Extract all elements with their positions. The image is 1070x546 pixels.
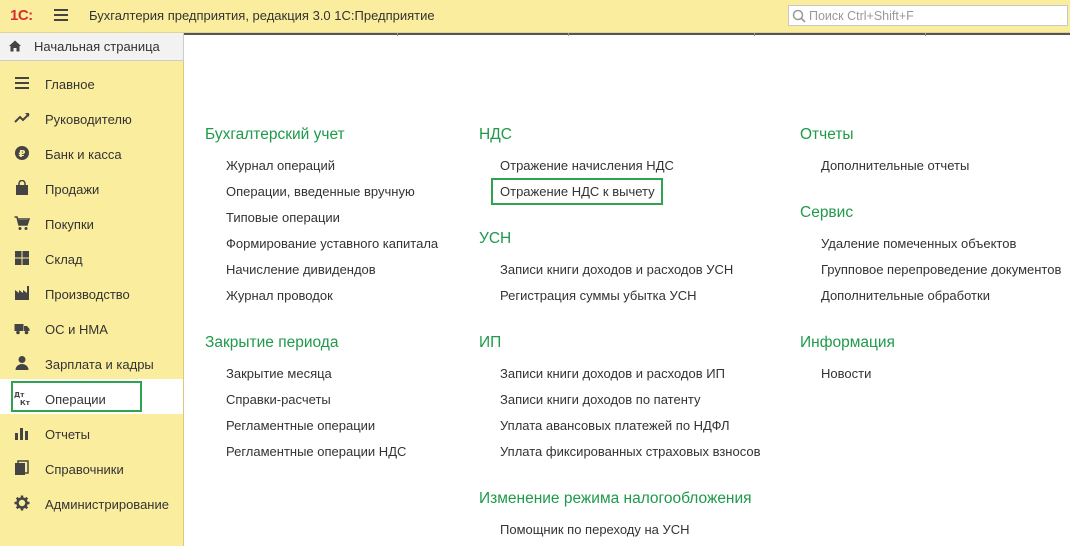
link-delete-marked[interactable]: Удаление помеченных объектов <box>821 236 1016 251</box>
tab-separator <box>397 33 398 36</box>
sidebar-item-assets[interactable]: ОС и НМА <box>0 309 183 344</box>
group-title-usn: УСН <box>479 230 512 247</box>
group-title-ip: ИП <box>479 334 502 351</box>
home-icon <box>9 40 21 52</box>
top-bar: 1С: Бухгалтерия предприятия, редакция 3.… <box>0 0 1070 33</box>
sidebar-item-sales[interactable]: Продажи <box>0 169 183 204</box>
gear-icon <box>14 495 30 511</box>
sidebar-item-production[interactable]: Производство <box>0 274 183 309</box>
link-patent-ledger[interactable]: Записи книги доходов по патенту <box>500 392 700 407</box>
sidebar-item-salary[interactable]: Зарплата и кадры <box>0 344 183 379</box>
warehouse-icon <box>15 251 29 265</box>
link-month-close[interactable]: Закрытие месяца <box>226 366 332 381</box>
sidebar-item-purchases[interactable]: Покупки <box>0 204 183 239</box>
group-title-info: Информация <box>800 334 895 351</box>
tab-separator <box>925 33 926 36</box>
sidebar-item-label: Справочники <box>45 462 124 477</box>
factory-icon <box>15 286 29 300</box>
link-operations-journal[interactable]: Журнал операций <box>226 158 335 173</box>
tab-divider-line <box>184 33 1070 35</box>
link-fixed-contributions[interactable]: Уплата фиксированных страховых взносов <box>500 444 760 459</box>
sidebar-item-label: Покупки <box>45 217 94 232</box>
link-usn-ledger[interactable]: Записи книги доходов и расходов УСН <box>500 262 733 277</box>
app-title: Бухгалтерия предприятия, редакция 3.0 1С… <box>89 8 435 23</box>
search-box[interactable] <box>788 5 1068 26</box>
tab-home-label: Начальная страница <box>34 39 160 54</box>
menu-lines-icon <box>15 77 29 89</box>
ruble-coin-icon: ₽ <box>15 146 29 160</box>
link-usn-transition[interactable]: Помощник по переходу на УСН <box>500 522 690 537</box>
sidebar-item-label: Производство <box>45 287 130 302</box>
sidebar-item-director[interactable]: Руководителю <box>0 99 183 134</box>
tab-separator <box>754 33 755 36</box>
link-manual-operations[interactable]: Операции, введенные вручную <box>226 184 415 199</box>
link-entries-journal[interactable]: Журнал проводок <box>226 288 333 303</box>
link-ip-ledger[interactable]: Записи книги доходов и расходов ИП <box>500 366 725 381</box>
sidebar: Главное Руководителю ₽ Банк и касса Прод… <box>0 61 184 546</box>
sidebar-item-label: Главное <box>45 77 95 92</box>
tab-home[interactable]: Начальная страница <box>0 33 184 61</box>
bar-chart-icon <box>15 428 28 440</box>
link-routine-operations[interactable]: Регламентные операции <box>226 418 375 433</box>
sidebar-item-references[interactable]: Справочники <box>0 449 183 484</box>
link-routine-vat-operations[interactable]: Регламентные операции НДС <box>226 444 406 459</box>
highlight-frame-operations <box>11 381 142 412</box>
link-group-repost[interactable]: Групповое перепроведение документов <box>821 262 1061 277</box>
sidebar-item-label: ОС и НМА <box>45 322 108 337</box>
trend-icon <box>14 113 30 123</box>
link-extra-reports[interactable]: Дополнительные отчеты <box>821 158 969 173</box>
shopping-bag-icon <box>16 180 28 195</box>
main-menu-icon[interactable] <box>54 9 68 21</box>
sidebar-item-main[interactable]: Главное <box>0 64 183 99</box>
group-title-accounting: Бухгалтерский учет <box>205 126 345 143</box>
person-icon <box>15 356 29 370</box>
highlight-frame-vat-deduction <box>491 178 663 205</box>
tab-separator <box>568 33 569 36</box>
search-input[interactable] <box>809 7 1059 24</box>
link-dividends[interactable]: Начисление дивидендов <box>226 262 376 277</box>
group-title-vat: НДС <box>479 126 512 143</box>
sidebar-item-label: Продажи <box>45 182 100 197</box>
link-news[interactable]: Новости <box>821 366 871 381</box>
group-title-reports: Отчеты <box>800 126 854 143</box>
link-vat-accrual[interactable]: Отражение начисления НДС <box>500 158 674 173</box>
app-logo[interactable]: 1С: <box>10 7 33 24</box>
link-typical-operations[interactable]: Типовые операции <box>226 210 340 225</box>
link-usn-loss[interactable]: Регистрация суммы убытка УСН <box>500 288 697 303</box>
link-charter-capital[interactable]: Формирование уставного капитала <box>226 236 438 251</box>
group-title-tax-regime: Изменение режима налогообложения <box>479 490 752 507</box>
sidebar-item-label: Администрирование <box>45 497 169 512</box>
sidebar-item-label: Руководителю <box>45 112 132 127</box>
truck-icon <box>14 324 30 335</box>
link-extra-processing[interactable]: Дополнительные обработки <box>821 288 990 303</box>
sidebar-item-reports[interactable]: Отчеты <box>0 414 183 449</box>
search-icon <box>792 9 806 23</box>
link-ndfl-advance[interactable]: Уплата авансовых платежей по НДФЛ <box>500 418 730 433</box>
link-calculations[interactable]: Справки-расчеты <box>226 392 331 407</box>
group-title-period-close: Закрытие периода <box>205 334 339 351</box>
sidebar-item-bank[interactable]: ₽ Банк и касса <box>0 134 183 169</box>
sidebar-item-label: Банк и касса <box>45 147 122 162</box>
sidebar-item-label: Отчеты <box>45 427 90 442</box>
sidebar-item-warehouse[interactable]: Склад <box>0 239 183 274</box>
sidebar-item-admin[interactable]: Администрирование <box>0 484 183 519</box>
sidebar-item-label: Склад <box>45 252 83 267</box>
group-title-service: Сервис <box>800 204 854 221</box>
tab-strip: Начальная страница <box>0 33 1070 61</box>
books-icon <box>15 460 29 475</box>
svg-text:₽: ₽ <box>19 149 26 160</box>
shopping-cart-icon <box>14 216 30 230</box>
sidebar-item-label: Зарплата и кадры <box>45 357 154 372</box>
